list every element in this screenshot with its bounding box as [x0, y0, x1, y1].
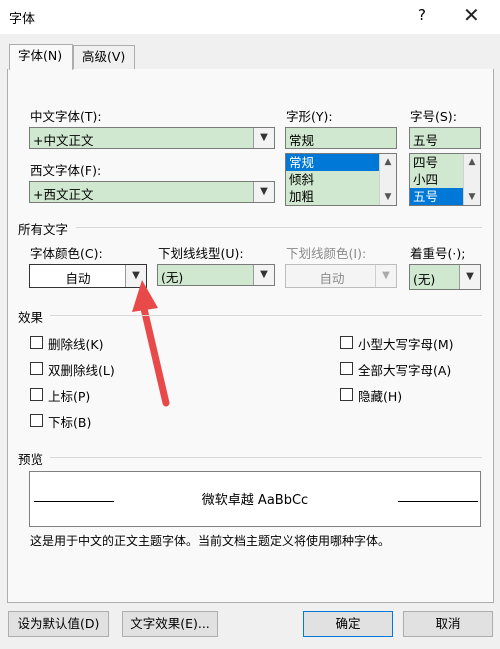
underline-style-label: 下划线线型(U):	[158, 246, 244, 261]
chinese-font-combo[interactable]: +中文正文 ▼	[29, 127, 275, 149]
chevron-down-icon[interactable]: ▼	[380, 189, 396, 205]
underline-color-value: 自动	[319, 271, 345, 286]
subscript-checkbox[interactable]	[30, 414, 43, 427]
small-caps-checkbox[interactable]	[340, 336, 353, 349]
text-effects-button[interactable]: 文字效果(E)...	[122, 611, 218, 637]
hidden-checkbox[interactable]	[340, 388, 353, 401]
double-strikethrough-checkbox[interactable]	[30, 362, 43, 375]
chevron-up-icon[interactable]: ▲	[464, 154, 480, 170]
chevron-down-icon[interactable]: ▼	[253, 128, 274, 148]
font-color-label: 字体颜色(C):	[30, 246, 103, 261]
section-divider	[76, 227, 482, 228]
chevron-down-icon[interactable]: ▼	[253, 265, 274, 285]
chinese-font-value: +中文正文	[33, 133, 94, 148]
western-font-combo[interactable]: +西文正文 ▼	[29, 181, 275, 203]
chevron-down-icon: ▼	[375, 265, 396, 287]
preview-section-title: 预览	[18, 452, 44, 467]
dialog-title: 字体	[9, 12, 36, 27]
hidden-label: 隐藏(H)	[358, 389, 403, 404]
underline-color-label: 下划线颜色(I):	[286, 246, 367, 261]
all-caps-checkbox[interactable]	[340, 362, 353, 375]
preview-sample-text: 微软卓越 AaBbCc	[201, 493, 309, 508]
section-divider	[50, 315, 482, 316]
superscript-checkbox[interactable]	[30, 388, 43, 401]
tab-font[interactable]: 字体(N)	[9, 44, 73, 70]
chevron-down-icon[interactable]: ▼	[253, 182, 274, 202]
ok-button[interactable]: 确定	[303, 611, 393, 637]
all-caps-label: 全部大写字母(A)	[358, 363, 452, 378]
western-font-value: +西文正文	[33, 187, 94, 202]
font-size-list[interactable]: 四号 小四 五号 ▲ ▼	[409, 153, 481, 206]
cancel-button[interactable]: 取消	[403, 611, 493, 637]
preview-box: 微软卓越 AaBbCc	[29, 471, 481, 527]
strikethrough-label: 删除线(K)	[48, 337, 104, 352]
list-item[interactable]: 五号	[410, 188, 464, 205]
set-default-button[interactable]: 设为默认值(D)	[8, 611, 109, 637]
chevron-up-icon[interactable]: ▲	[380, 154, 396, 170]
scrollbar[interactable]: ▲ ▼	[379, 154, 396, 205]
small-caps-label: 小型大写字母(M)	[358, 337, 454, 352]
annotation-arrow-icon	[132, 280, 170, 407]
tab-advanced[interactable]: 高级(V)	[73, 45, 135, 69]
scrollbar[interactable]: ▲ ▼	[463, 154, 480, 205]
section-divider	[50, 457, 482, 458]
font-style-label: 字形(Y):	[286, 109, 333, 124]
preview-note: 这是用于中文的正文主题字体。当前文档主题定义将使用哪种字体。	[30, 534, 391, 548]
close-button[interactable]: ✕	[463, 3, 480, 27]
font-color-value: 自动	[65, 271, 91, 286]
underline-color-combo: 自动 ▼	[285, 264, 397, 288]
subscript-label: 下标(B)	[48, 415, 92, 430]
font-style-list[interactable]: 常规 倾斜 加粗 ▲ ▼	[285, 153, 397, 206]
font-style-input[interactable]: 常规	[285, 127, 397, 149]
help-button[interactable]: ?	[418, 6, 426, 24]
effects-section-title: 效果	[18, 310, 44, 325]
emphasis-label: 着重号(·);	[410, 246, 466, 261]
chinese-font-label: 中文字体(T):	[30, 109, 102, 124]
font-size-label: 字号(S):	[410, 109, 457, 124]
chevron-down-icon[interactable]: ▼	[464, 189, 480, 205]
strikethrough-checkbox[interactable]	[30, 336, 43, 349]
double-strikethrough-label: 双删除线(L)	[48, 363, 115, 378]
font-size-input[interactable]: 五号	[409, 127, 481, 149]
superscript-label: 上标(P)	[48, 389, 91, 404]
emphasis-value: (无)	[413, 272, 436, 287]
emphasis-combo[interactable]: (无) ▼	[409, 264, 481, 290]
chevron-down-icon[interactable]: ▼	[459, 265, 480, 289]
all-text-section-title: 所有文字	[18, 222, 69, 237]
western-font-label: 西文字体(F):	[30, 163, 102, 178]
list-item[interactable]: 常规	[286, 154, 380, 171]
